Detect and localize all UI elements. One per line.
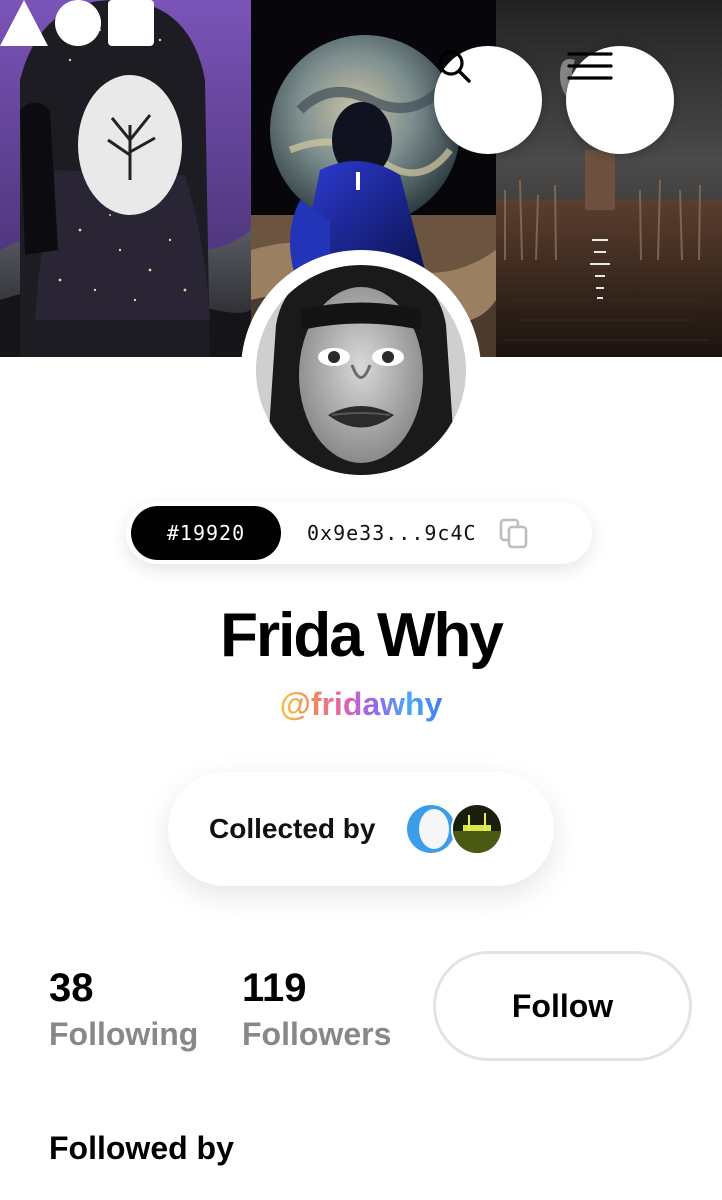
following-label: Following [49,1016,199,1052]
followed-by-heading: Followed by [49,1130,234,1166]
avatar-frame [241,250,481,490]
collector-avatars [405,803,504,855]
copy-address-button[interactable] [497,516,531,550]
wallet-pill: #19920 0x9e33...9c4C [126,502,592,564]
followers-stat[interactable]: 119 Followers [242,964,391,1054]
followers-count: 119 [242,966,307,1010]
handle-text: @fridawhy [279,686,443,722]
collector-avatar-image [453,805,502,853]
followers-label: Followers [242,1016,392,1052]
collected-by-label: Collected by [209,813,376,844]
username-handle: @fridawhy [0,686,722,723]
following-stat[interactable]: 38 Following [49,964,198,1054]
follow-button[interactable]: Follow [433,951,692,1061]
search-button[interactable] [434,46,542,154]
copy-icon [499,518,527,549]
following-count: 38 [49,966,94,1010]
avatar-portrait [256,265,466,475]
menu-button[interactable] [566,46,674,154]
collector-avatar-image [407,805,456,853]
collector-avatar[interactable] [405,803,458,855]
collected-by-pill[interactable]: Collected by [168,772,554,886]
display-name: Frida Why [220,601,504,670]
aoi-logo-icon[interactable] [0,0,154,46]
collector-avatar[interactable] [451,803,504,855]
hamburger-menu-icon [567,52,613,80]
search-icon [438,50,471,83]
token-id-badge[interactable]: #19920 [131,506,281,560]
wallet-address[interactable]: 0x9e33...9c4C [307,521,477,545]
artwork-panel-1 [0,0,255,357]
avatar[interactable] [256,265,466,475]
